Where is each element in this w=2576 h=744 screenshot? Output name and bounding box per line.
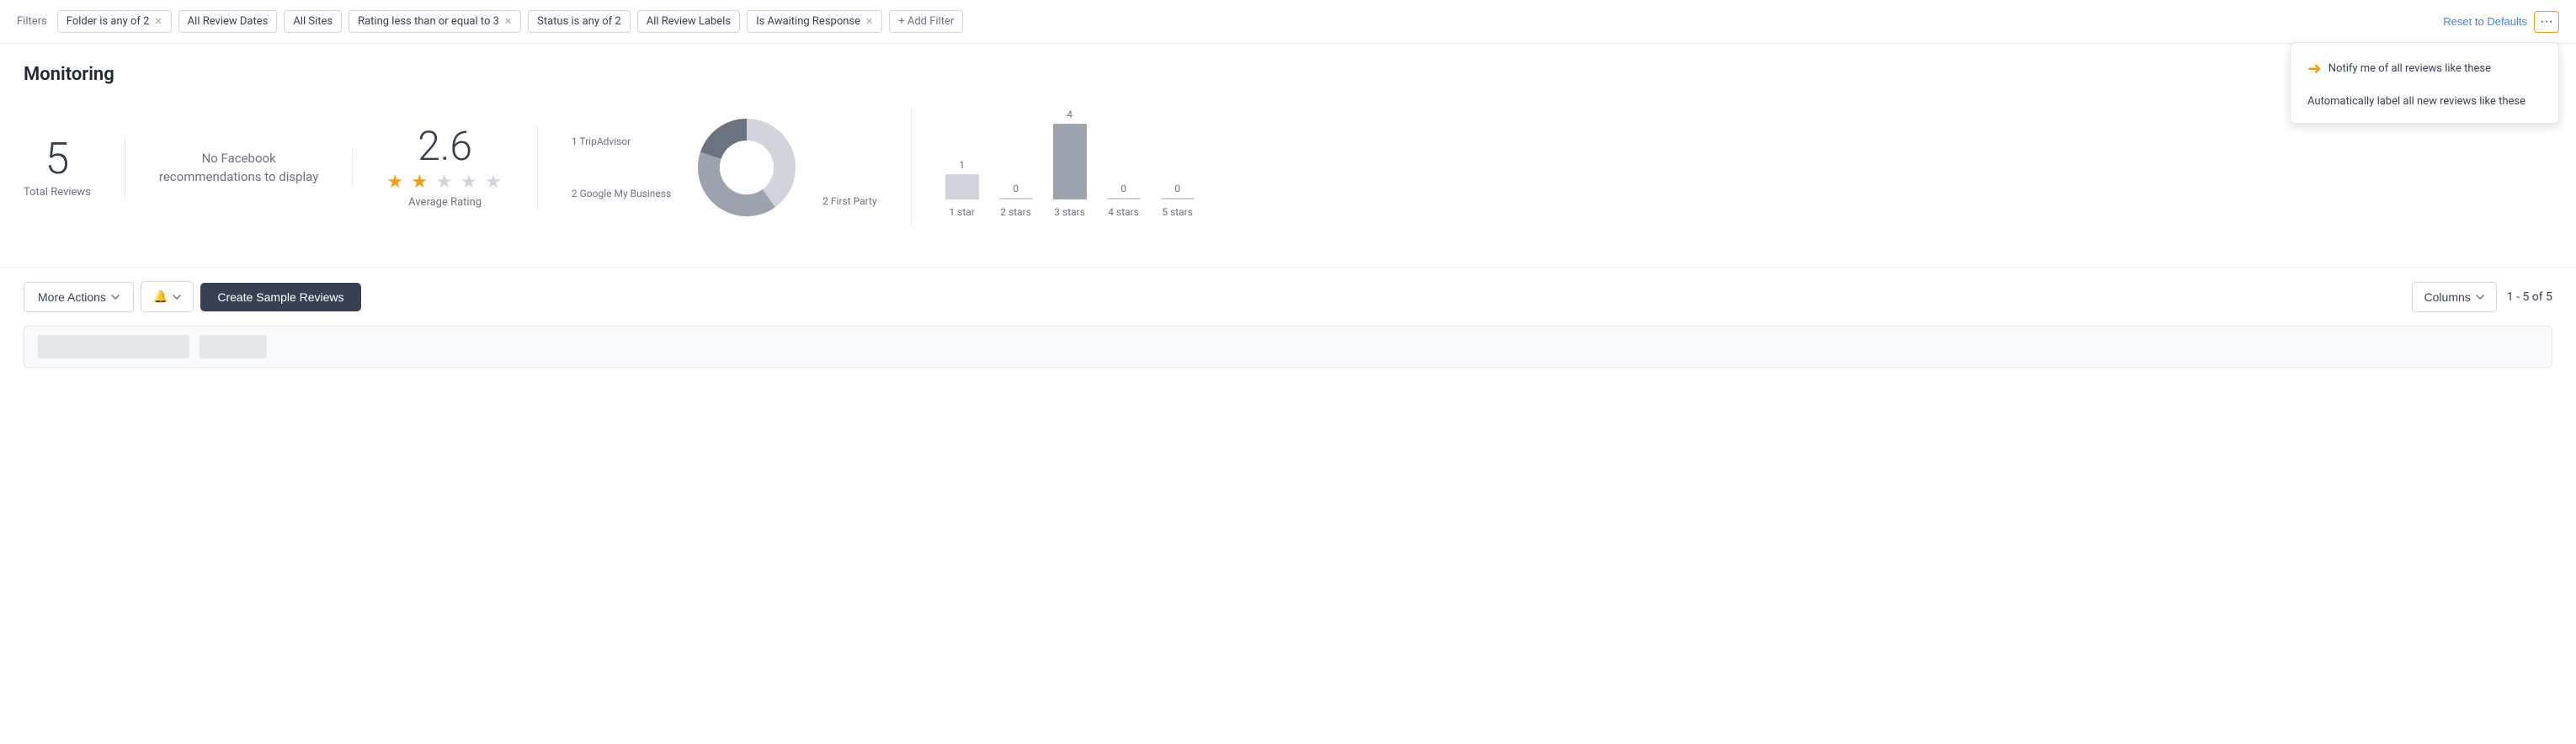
star-5: ★ <box>485 172 503 193</box>
donut-labels: 1 TripAdvisor 2 Google My Business <box>572 136 671 199</box>
star-1: ★ <box>386 172 405 193</box>
facebook-stat: No Facebook recommendations to display <box>125 149 353 187</box>
more-actions-chevron-icon <box>111 293 120 301</box>
pagination-text: 1 - 5 of 5 <box>2507 290 2552 304</box>
bar-3stars: 4 3 stars <box>1053 109 1087 218</box>
filter-chip-awaiting-text: Is Awaiting Response <box>756 15 860 28</box>
columns-label: Columns <box>2424 290 2471 304</box>
bar-2stars-value: 0 <box>1013 183 1019 194</box>
dropdown-popup: ➜ Notify me of all reviews like these Au… <box>2290 42 2559 124</box>
bar-1star-rect <box>945 174 979 199</box>
total-reviews-number: 5 <box>24 137 91 181</box>
facebook-line1: No Facebook recommendations to display <box>159 149 318 187</box>
bell-button[interactable]: 🔔 <box>141 281 194 312</box>
bar-4stars: 0 4 stars <box>1107 183 1141 218</box>
donut-label-tripadvisor: 1 TripAdvisor <box>572 136 671 147</box>
bar-4stars-rect <box>1107 198 1141 199</box>
bar-3stars-value: 4 <box>1067 109 1072 120</box>
average-rating-stat: 2.6 ★ ★ ★ ★ ★ Average Rating <box>353 126 538 209</box>
filter-chip-awaiting-close[interactable]: ✕ <box>865 16 873 27</box>
filter-bar-right: Reset to Defaults ··· <box>2443 11 2559 33</box>
bar-1star-value: 1 <box>959 159 965 171</box>
bar-5stars-rect <box>1161 198 1195 199</box>
filter-chip-dates[interactable]: All Review Dates <box>178 10 278 33</box>
donut-label-firstparty: 2 First Party <box>822 195 876 207</box>
bar-5stars: 0 5 stars <box>1161 183 1195 218</box>
filter-chip-sites[interactable]: All Sites <box>284 10 342 33</box>
main-content: Monitoring 5 Total Reviews No Facebook r… <box>0 44 2576 267</box>
more-actions-label: More Actions <box>38 290 106 304</box>
table-placeholder-inner <box>24 335 280 359</box>
filter-chip-sites-text: All Sites <box>293 15 333 28</box>
bar-2stars-rect <box>999 198 1033 199</box>
bar-chart-stat: 1 1 star 0 2 stars 4 3 stars 0 <box>912 117 2552 218</box>
bell-chevron-icon <box>173 293 181 301</box>
table-placeholder <box>24 326 2552 368</box>
columns-chevron-icon <box>2476 293 2484 301</box>
donut-label-firstparty-wrap: 2 First Party <box>822 128 876 207</box>
filter-chip-labels-text: All Review Labels <box>647 15 731 28</box>
filter-chip-status-text: Status is any of 2 <box>537 15 621 28</box>
bell-icon: 🔔 <box>153 290 168 304</box>
filter-chip-folder[interactable]: Folder is any of 2 ✕ <box>57 10 172 33</box>
rating-label: Average Rating <box>386 196 503 209</box>
table-ph-col1 <box>38 335 189 359</box>
bar-2stars: 0 2 stars <box>999 183 1033 218</box>
dropdown-label-text: Automatically label all new reviews like… <box>2307 95 2525 108</box>
rating-number: 2.6 <box>386 126 503 167</box>
donut-chart-stat: 1 TripAdvisor 2 Google My Business <box>538 109 912 226</box>
table-ph-col2 <box>200 335 267 359</box>
bar-5stars-label: 5 stars <box>1162 206 1193 218</box>
donut-chart <box>688 109 806 226</box>
columns-button[interactable]: Columns <box>2412 282 2497 312</box>
bar-3stars-label: 3 stars <box>1054 206 1085 218</box>
dropdown-notify-text: Notify me of all reviews like these <box>2329 62 2491 75</box>
filter-chip-awaiting[interactable]: Is Awaiting Response ✕ <box>747 10 882 33</box>
filter-chip-rating[interactable]: Rating less than or equal to 3 ✕ <box>349 10 521 33</box>
filter-chip-folder-text: Folder is any of 2 <box>67 15 150 28</box>
add-filter-label: + Add Filter <box>898 15 954 28</box>
stats-row: 5 Total Reviews No Facebook recommendati… <box>24 109 2552 226</box>
bar-2stars-label: 2 stars <box>1000 206 1031 218</box>
star-4: ★ <box>460 172 479 193</box>
bar-4stars-value: 0 <box>1120 183 1126 194</box>
add-filter-button[interactable]: + Add Filter <box>889 10 963 33</box>
bar-chart: 1 1 star 0 2 stars 4 3 stars 0 <box>945 117 2536 218</box>
filter-chip-labels[interactable]: All Review Labels <box>637 10 740 33</box>
page-title: Monitoring <box>24 64 2552 85</box>
dropdown-item-label[interactable]: Automatically label all new reviews like… <box>2291 87 2558 116</box>
rating-stars: ★ ★ ★ ★ ★ <box>386 172 503 193</box>
more-options-button[interactable]: ··· <box>2534 11 2559 33</box>
bar-1star-label: 1 star <box>949 206 974 218</box>
star-2: ★ <box>412 172 430 193</box>
arrow-right-icon: ➜ <box>2307 58 2322 78</box>
bar-5stars-value: 0 <box>1174 183 1180 194</box>
filter-bar: Filters Folder is any of 2 ✕ All Review … <box>0 0 2576 44</box>
total-reviews-stat: 5 Total Reviews <box>24 137 125 199</box>
star-3: ★ <box>436 172 455 193</box>
table-area <box>0 326 2576 368</box>
dropdown-item-notify[interactable]: ➜ Notify me of all reviews like these <box>2291 50 2558 87</box>
filter-chip-dates-text: All Review Dates <box>188 15 269 28</box>
total-reviews-label: Total Reviews <box>24 186 91 199</box>
bar-4stars-label: 4 stars <box>1108 206 1139 218</box>
donut-label-google: 2 Google My Business <box>572 188 671 199</box>
reset-defaults-button[interactable]: Reset to Defaults <box>2443 15 2527 28</box>
filter-chip-status[interactable]: Status is any of 2 <box>528 10 631 33</box>
more-actions-button[interactable]: More Actions <box>24 282 134 312</box>
filter-chip-folder-close[interactable]: ✕ <box>154 16 162 27</box>
filters-label: Filters <box>17 15 47 28</box>
bar-3stars-rect <box>1053 124 1087 199</box>
action-bar: More Actions 🔔 Create Sample Reviews Col… <box>0 267 2576 326</box>
bar-1star: 1 1 star <box>945 159 979 218</box>
filter-chip-rating-close[interactable]: ✕ <box>504 16 512 27</box>
more-options-icon: ··· <box>2540 14 2553 29</box>
filter-chip-rating-text: Rating less than or equal to 3 <box>358 15 499 28</box>
action-bar-right: Columns 1 - 5 of 5 <box>2412 282 2552 312</box>
create-sample-reviews-button[interactable]: Create Sample Reviews <box>200 283 360 311</box>
